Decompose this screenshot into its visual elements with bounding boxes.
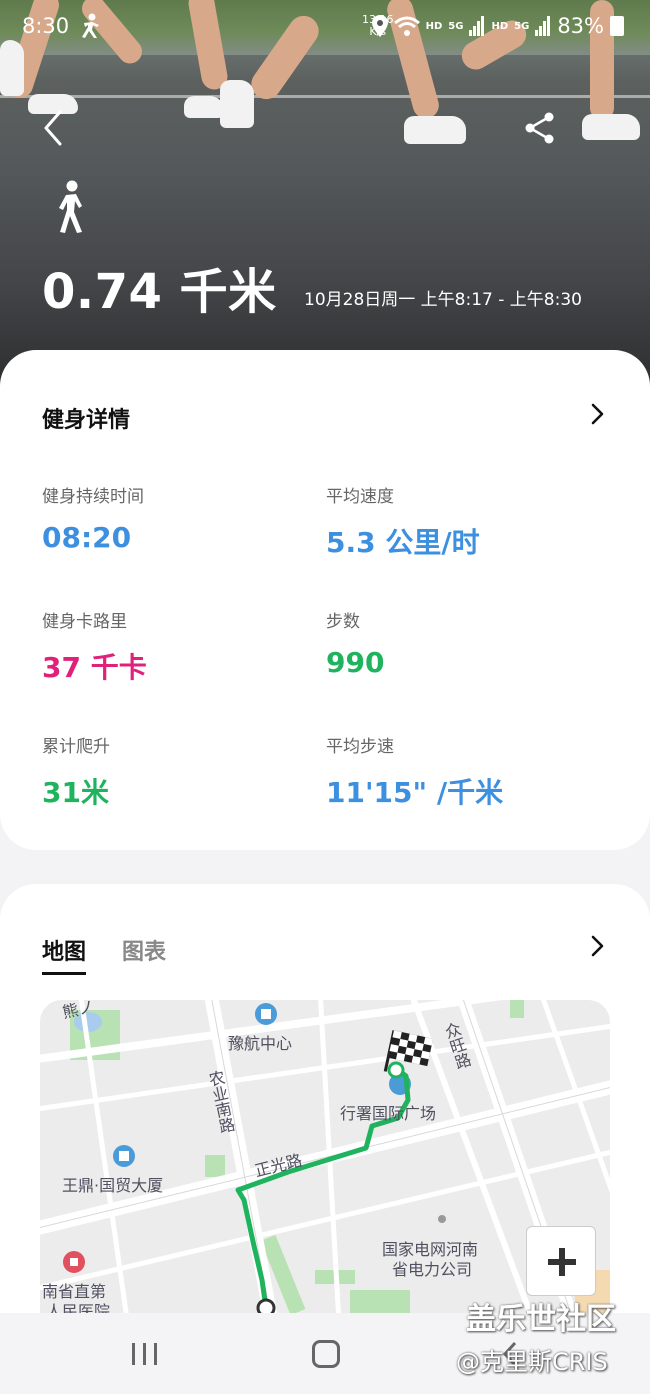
workout-details-card: 健身详情 健身持续时间 08:20 平均速度 5.3 公里/时 健身卡路里 37… (0, 350, 650, 850)
header-photo: 8:30 13.16 K/s HD 5G HD 5G 83% (0, 0, 650, 400)
status-time: 8:30 (22, 14, 70, 38)
route-map[interactable]: 熊ノ 豫航中心 农业南路 众旺路 行署国际广场 正光路 王鼎·国贸大厦 国家电网… (40, 1000, 610, 1330)
map-label-yuhang: 豫航中心 (228, 1034, 293, 1053)
metric-value: 31米 (42, 776, 109, 809)
walking-icon (59, 180, 82, 233)
metric-elevation-gain: 累计爬升 31米 (42, 732, 110, 811)
workout-time-range: 10月28日周一 上午8:17 - 上午8:30 (304, 290, 582, 310)
metric-value: 990 (326, 646, 385, 679)
map-label-wangding: 王鼎·国贸大厦 (62, 1176, 164, 1195)
5g-badge-2: 5G (514, 20, 530, 32)
location-icon (371, 15, 388, 37)
wifi-icon (393, 16, 420, 36)
status-bar: 8:30 13.16 K/s HD 5G HD 5G 83% (0, 12, 650, 44)
hd-badge-1: HD (425, 20, 443, 32)
map-canvas (40, 1000, 610, 1330)
metric-label: 平均步速 (326, 737, 394, 757)
map-tabs: 地图 图表 (42, 934, 166, 975)
metric-label: 健身卡路里 (42, 612, 127, 632)
home-button[interactable] (312, 1340, 340, 1368)
5g-badge-1: 5G (448, 20, 464, 32)
activity-person-icon (82, 13, 99, 38)
metric-label: 健身持续时间 (42, 487, 144, 507)
metric-label: 平均速度 (326, 487, 394, 507)
poi-state-grid-icon (438, 1215, 446, 1223)
metric-label: 步数 (326, 612, 360, 632)
details-title: 健身详情 (42, 408, 131, 433)
tab-map[interactable]: 地图 (42, 934, 87, 975)
metric-steps: 步数 990 (326, 607, 384, 679)
route-end-marker (387, 1061, 405, 1079)
plus-icon (548, 1248, 576, 1276)
metric-value: 37 千卡 (42, 651, 147, 684)
share-button[interactable] (522, 110, 558, 146)
metric-value: 08:20 (42, 521, 132, 554)
metric-calories: 健身卡路里 37 千卡 (42, 607, 147, 686)
signal-icon-2 (535, 16, 551, 36)
battery-percent: 83% (557, 14, 604, 38)
metric-value: 5.3 公里/时 (326, 526, 480, 559)
details-chevron-right-icon[interactable] (588, 402, 606, 426)
watermark-title: 盖乐世社区 (466, 1302, 616, 1337)
battery-icon (610, 16, 624, 36)
watermark-author: @克里斯CRIS (456, 1348, 608, 1376)
distance-value: 0.74 千米 (42, 264, 277, 320)
metric-avg-pace: 平均步速 11'15" /千米 (326, 732, 503, 811)
metric-value: 11'15" /千米 (326, 776, 504, 809)
back-button[interactable] (36, 108, 72, 148)
status-icons: HD 5G HD 5G 83% (371, 14, 624, 38)
metric-avg-speed: 平均速度 5.3 公里/时 (326, 482, 480, 561)
map-label-state-grid-2: 省电力公司 (392, 1260, 473, 1279)
map-chevron-right-icon[interactable] (588, 934, 606, 958)
metric-label: 累计爬升 (42, 737, 110, 757)
map-label-xingshu: 行署国际广场 (340, 1104, 437, 1123)
recent-apps-button[interactable] (130, 1341, 160, 1367)
zoom-in-button[interactable] (526, 1226, 596, 1296)
metric-duration: 健身持续时间 08:20 (42, 482, 144, 554)
tab-chart[interactable]: 图表 (122, 934, 166, 975)
signal-icon-1 (469, 16, 485, 36)
hd-badge-2: HD (491, 20, 509, 32)
